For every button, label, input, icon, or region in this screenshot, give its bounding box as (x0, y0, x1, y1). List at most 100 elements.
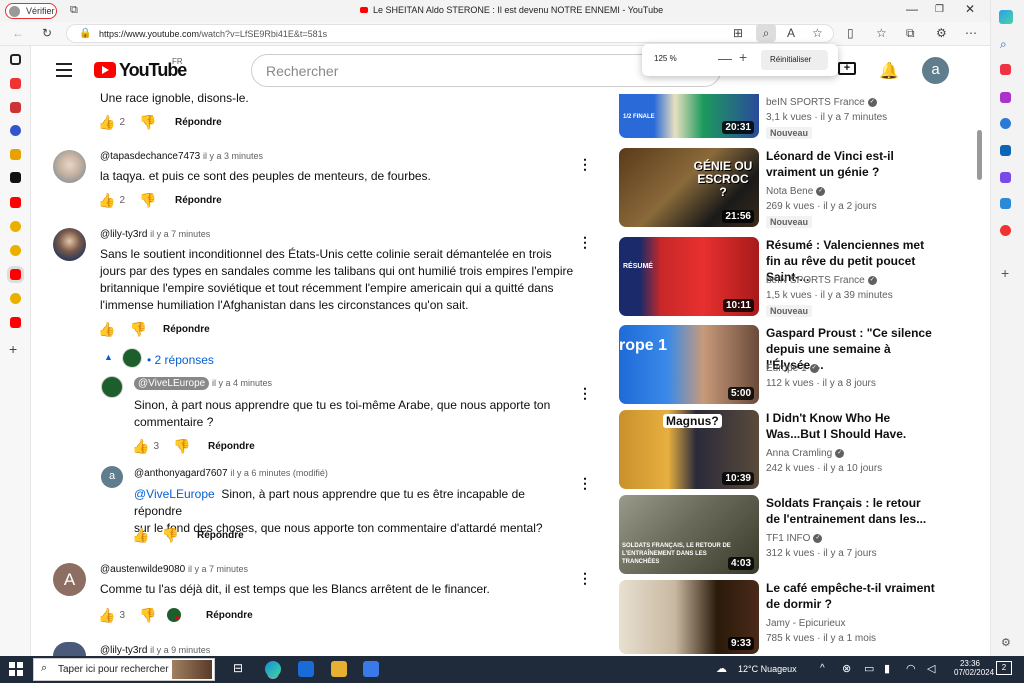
more-menu-icon[interactable]: ⋯ (965, 26, 977, 40)
video-thumbnail[interactable]: rope 1 5:00 (619, 325, 759, 404)
address-bar[interactable]: 🔒 https://www.youtube.com/watch?v=LfSE9Rb… (66, 24, 834, 43)
refresh-icon[interactable]: ↻ (42, 26, 52, 40)
video-title[interactable]: Léonard de Vinci est-il vraiment un géni… (766, 148, 936, 180)
restore-icon[interactable]: ❐ (935, 4, 944, 15)
zoom-in-button[interactable]: + (739, 49, 747, 65)
file-explorer-icon[interactable] (331, 661, 347, 677)
clock[interactable]: 23:36 07/02/2024 (954, 659, 994, 677)
notification-center-icon[interactable]: 2 (996, 661, 1012, 675)
zoom-icon[interactable]: ⌕ (756, 24, 776, 42)
close-window-icon[interactable]: ✕ (965, 2, 975, 16)
profile-verify-button[interactable]: Vérifier (5, 3, 57, 19)
tray-chevron-icon[interactable]: ^ (820, 663, 825, 674)
volume-icon[interactable]: ◁ (927, 662, 935, 675)
collapse-replies-icon[interactable]: ▲ (104, 352, 113, 362)
video-item[interactable]: Magnus? 10:39 I Didn't Know Who He Was..… (619, 410, 979, 490)
designer-icon[interactable] (1000, 172, 1011, 183)
task-view-icon[interactable]: ⊟ (233, 661, 243, 675)
dislike-icon[interactable]: 👎 (129, 321, 146, 338)
comment-time[interactable]: il y a 3 minutes (203, 151, 263, 161)
smiley-tab-icon[interactable] (10, 245, 21, 256)
tab-actions-icon[interactable] (10, 54, 21, 65)
video-item[interactable]: 1/2 FINALE 20:31 beIN SPORTS France ✓ 3,1… (619, 94, 979, 144)
x-tab-icon[interactable] (10, 172, 21, 183)
like-icon[interactable]: 👍 (98, 321, 115, 338)
reply-button[interactable]: Répondre (163, 324, 210, 335)
video-thumbnail[interactable]: 1/2 FINALE 20:31 (619, 94, 759, 138)
video-item[interactable]: RÉSUMÉ 10:11 Résumé : Valenciennes met f… (619, 237, 979, 319)
reply-mention[interactable]: @ViveLEurope (134, 487, 215, 501)
reply-more-icon[interactable]: ⋮ (578, 385, 592, 402)
comment-author[interactable]: @lily-ty3rd (100, 645, 147, 656)
dislike-icon[interactable]: 👎 (173, 438, 190, 455)
comment-avatar[interactable] (53, 642, 86, 656)
dislike-icon[interactable]: 👎 (139, 192, 156, 209)
video-item[interactable]: GÉNIE OU ESCROC ? 21:56 Léonard de Vinci… (619, 148, 979, 230)
comment-time[interactable]: il y a 7 minutes (188, 564, 248, 574)
news-tab-icon[interactable] (10, 78, 21, 89)
favorites-icon[interactable]: ☆ (876, 26, 887, 40)
comment-author[interactable]: @lily-ty3rd (100, 229, 147, 240)
page-scrollbar[interactable] (977, 130, 982, 180)
store-taskbar-icon[interactable] (363, 661, 379, 677)
app-tab-icon[interactable] (10, 125, 21, 136)
tray-app-icon[interactable]: ⊗ (842, 662, 851, 675)
reply-avatar[interactable]: a (101, 466, 123, 488)
app-tab-icon[interactable] (10, 102, 21, 113)
zoom-reset-button[interactable]: Réinitialiser (761, 50, 828, 70)
active-tab[interactable]: Le SHEITAN Aldo STERONE : Il est devenu … (360, 5, 663, 15)
comment-time[interactable]: il y a 9 minutes (150, 645, 210, 655)
reply-button[interactable]: Répondre (206, 610, 253, 621)
video-thumbnail[interactable]: SOLDATS FRANÇAIS, LE RETOUR DE L'ENTRAÎN… (619, 495, 759, 574)
video-item[interactable]: 9:33 Le café empêche-t-il vraiment de do… (619, 580, 979, 656)
workspaces-icon[interactable]: ⧉ (70, 4, 78, 17)
copilot-icon[interactable] (999, 10, 1013, 24)
comment-avatar[interactable]: A (53, 563, 86, 596)
comment-more-icon[interactable]: ⋮ (578, 156, 592, 173)
reply-more-icon[interactable]: ⋮ (578, 475, 592, 492)
smiley-tab-icon[interactable] (10, 293, 21, 304)
youtube-logo-icon[interactable] (94, 62, 116, 78)
tray-battery-icon[interactable]: ▮ (884, 662, 890, 675)
comment-more-icon[interactable]: ⋮ (578, 570, 592, 587)
search-icon[interactable]: ⌕ (1000, 37, 1007, 52)
app-tab-icon[interactable] (10, 149, 21, 160)
menu-icon[interactable] (56, 63, 72, 77)
video-channel[interactable]: Nota Bene (766, 186, 813, 197)
replies-toggle[interactable]: • 2 réponses (147, 353, 214, 367)
user-avatar[interactable]: a (922, 57, 949, 84)
reply-avatar[interactable] (101, 376, 123, 398)
video-thumbnail[interactable]: RÉSUMÉ 10:11 (619, 237, 759, 316)
video-item[interactable]: SOLDATS FRANÇAIS, LE RETOUR DE L'ENTRAÎN… (619, 495, 979, 575)
reply-button[interactable]: Répondre (197, 530, 244, 541)
video-title[interactable]: I Didn't Know Who He Was...But I Should … (766, 410, 936, 442)
video-channel[interactable]: Jamy - Epicurieux (766, 618, 845, 629)
like-icon[interactable]: 👍 (98, 192, 115, 209)
comment-time[interactable]: il y a 7 minutes (150, 229, 210, 239)
reply-button[interactable]: Répondre (175, 195, 222, 206)
youtube-active-tab-icon[interactable] (10, 269, 21, 280)
taskbar-search-input[interactable]: ⌕ Taper ici pour rechercher (33, 658, 215, 681)
youtube-tab-icon[interactable] (10, 197, 21, 208)
video-thumbnail[interactable]: 9:33 (619, 580, 759, 654)
dislike-icon[interactable]: 👎 (139, 607, 156, 624)
sidebar-settings-icon[interactable]: ⚙ (1001, 636, 1011, 649)
video-channel[interactable]: Europe 1 (766, 363, 807, 374)
tray-display-icon[interactable]: ▭ (864, 662, 874, 675)
comment-avatar[interactable] (53, 228, 86, 261)
reply-time[interactable]: il y a 6 minutes (modifié) (230, 468, 328, 478)
split-screen-icon[interactable]: ▯ (847, 26, 854, 40)
reply-button[interactable]: Répondre (175, 117, 222, 128)
create-video-icon[interactable]: + (838, 62, 856, 75)
app-icon[interactable] (1000, 225, 1011, 236)
comment-avatar[interactable] (53, 150, 86, 183)
minimize-icon[interactable]: — (906, 2, 918, 16)
notifications-bell-icon[interactable]: 🔔 (879, 61, 899, 81)
weather-text[interactable]: 12°C Nuageux (738, 664, 797, 674)
wifi-icon[interactable]: ◠ (906, 662, 916, 675)
tools-icon[interactable] (1000, 92, 1011, 103)
new-tab-icon[interactable]: + (9, 341, 17, 357)
shopping-icon[interactable] (1000, 64, 1011, 75)
back-icon[interactable]: ← (12, 26, 24, 40)
video-channel[interactable]: beIN SPORTS France (766, 275, 865, 286)
